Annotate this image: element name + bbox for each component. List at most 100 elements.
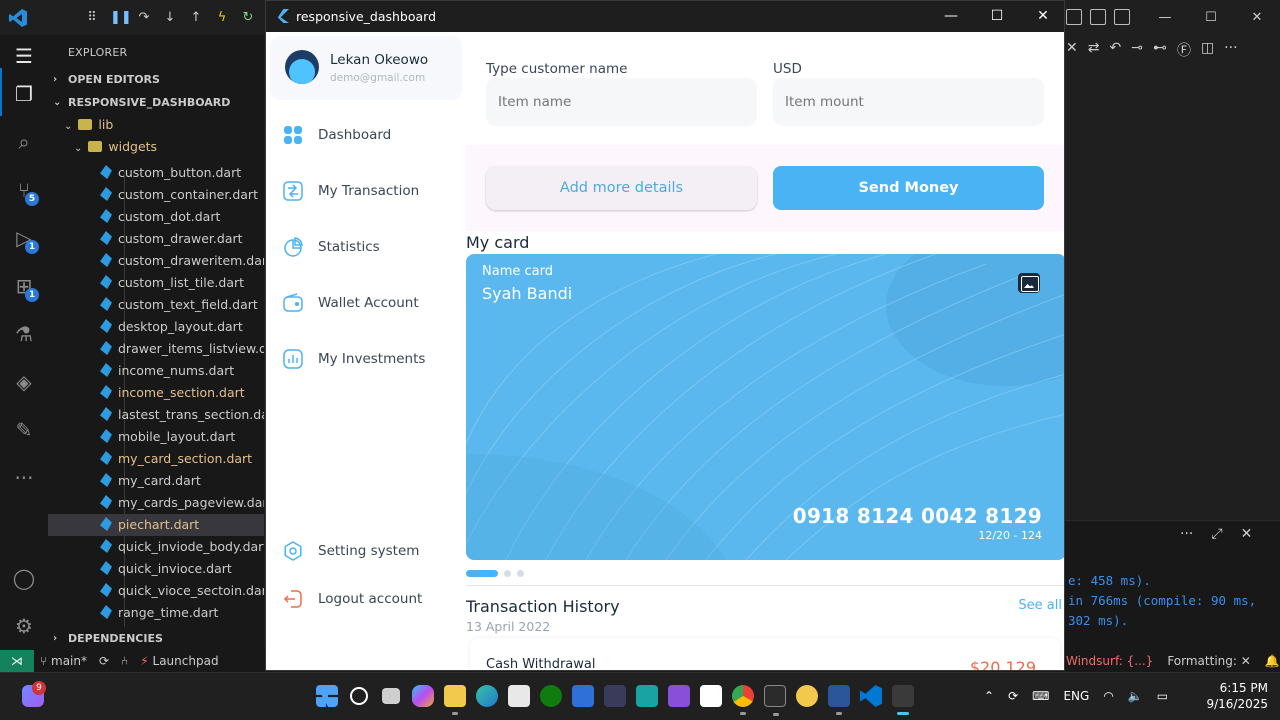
forward-icon[interactable]: ⊷ <box>1153 40 1167 60</box>
file-item[interactable]: custom_list_tile.dart <box>48 272 264 294</box>
file-item[interactable]: income_section.dart <box>48 382 264 404</box>
maximize-icon[interactable]: ☐ <box>1188 0 1234 35</box>
chevron-up-icon[interactable]: ⌃ <box>984 687 994 705</box>
formatting-status[interactable]: Formatting: ✕ <box>1167 650 1250 672</box>
maximize-icon[interactable]: ☐ <box>974 1 1020 32</box>
sync-tray-icon[interactable]: ⟳ <box>1008 687 1018 705</box>
profile-card[interactable]: Lekan Okeowo demo@gmail.com <box>270 36 462 100</box>
file-item[interactable]: custom_drawer.dart <box>48 228 264 250</box>
search-icon[interactable] <box>350 687 368 705</box>
page-dot-active[interactable] <box>466 570 498 577</box>
file-item[interactable]: custom_button.dart <box>48 162 264 184</box>
file-explorer-icon[interactable] <box>444 685 466 715</box>
nav-item-investments[interactable]: My Investments <box>282 345 462 373</box>
file-item[interactable]: my_card.dart <box>48 470 264 492</box>
vscode-taskbar-icon[interactable] <box>860 685 882 707</box>
hot-reload-icon[interactable]: ϟ <box>214 10 230 26</box>
file-item[interactable]: quick_inviode_body.dart <box>48 536 264 558</box>
keyboard-icon[interactable]: ⌨ <box>1032 687 1049 705</box>
store-icon[interactable] <box>508 685 530 707</box>
page-dot[interactable] <box>504 570 511 577</box>
sync-icon[interactable]: ⟳ <box>99 650 109 672</box>
testing-icon[interactable]: ⚗ <box>12 322 36 346</box>
back-icon[interactable]: ↶ <box>1109 40 1121 60</box>
file-item[interactable]: range_time.dart <box>48 602 264 624</box>
open-editors-section[interactable]: › OPEN EDITORS <box>48 69 264 91</box>
start-icon[interactable] <box>316 685 338 707</box>
clock[interactable]: 6:15 PM 9/16/2025 <box>1198 680 1268 712</box>
node-icon[interactable]: ⊸ <box>1131 40 1143 60</box>
nav-item-logout[interactable]: Logout account <box>282 585 462 613</box>
image-icon[interactable] <box>1018 273 1040 293</box>
compare-icon[interactable]: ⇄ <box>1088 40 1100 60</box>
notifications-icon[interactable]: 🔔 <box>1265 650 1280 672</box>
file-item[interactable]: drawer_items_listview.dart <box>48 338 264 360</box>
file-item[interactable]: lastest_trans_section.dart <box>48 404 264 426</box>
file-item[interactable]: custom_text_field.dart <box>48 294 264 316</box>
split-editor-icon[interactable]: ◫ <box>1201 40 1214 60</box>
nav-item-transaction[interactable]: My Transaction <box>282 177 462 205</box>
explorer-icon[interactable]: ❐ <box>12 82 36 106</box>
account-icon[interactable]: ◯ <box>12 566 36 590</box>
flutter-app-taskbar-icon[interactable] <box>892 685 914 715</box>
nav-item-statistics[interactable]: Statistics <box>282 233 462 261</box>
file-item[interactable]: my_card_section.dart <box>48 448 264 470</box>
dependencies-section[interactable]: › DEPENDENCIES <box>48 628 264 650</box>
volume-icon[interactable]: 🔈 <box>1128 687 1143 705</box>
file-item[interactable]: custom_container.dart <box>48 184 264 206</box>
language-indicator[interactable]: ENG <box>1063 687 1089 705</box>
see-all-link[interactable]: See all <box>1018 598 1062 613</box>
xbox-icon[interactable] <box>540 685 562 707</box>
pause-icon[interactable]: ❚❚ <box>110 10 132 26</box>
maximize-panel-icon[interactable]: ⤢ <box>1211 526 1222 542</box>
add-more-details-button[interactable]: Add more details <box>486 166 757 210</box>
chrome-icon[interactable] <box>732 685 754 715</box>
customer-name-input[interactable] <box>486 78 757 126</box>
folder-lib[interactable]: ⌄ lib <box>48 114 264 136</box>
windsurf-status[interactable]: Windsurf: {...} <box>1066 650 1153 672</box>
more-actions-icon[interactable]: ··· <box>1224 40 1237 60</box>
gear-icon[interactable]: ⚙ <box>12 614 36 638</box>
project-section[interactable]: ⌄ RESPONSIVE_DASHBOARD <box>48 92 264 114</box>
toggle-secondary-sidebar-icon[interactable] <box>1114 9 1130 25</box>
battery-icon[interactable]: ▭ <box>1157 687 1168 705</box>
nav-item-wallet[interactable]: Wallet Account <box>282 289 462 317</box>
edge-icon[interactable] <box>476 685 498 707</box>
page-dot[interactable] <box>517 570 524 577</box>
folder-widgets[interactable]: ⌄ widgets <box>48 136 264 158</box>
flutter-icon[interactable]: ◈ <box>12 370 36 394</box>
visual-studio-icon[interactable] <box>668 685 690 707</box>
step-out-icon[interactable]: ↑ <box>188 10 204 26</box>
file-item[interactable]: income_nums.dart <box>48 360 264 382</box>
file-item[interactable]: quick_vioce_sectoin.dart <box>48 580 264 602</box>
copilot-icon[interactable] <box>412 685 434 707</box>
more-icon[interactable]: ··· <box>12 466 36 490</box>
word-icon[interactable] <box>828 685 850 715</box>
close-panel-icon[interactable]: ✕ <box>1241 526 1253 542</box>
drag-handle-icon[interactable]: ⠿ <box>84 10 100 26</box>
minimize-icon[interactable]: — <box>928 1 974 32</box>
notepad-icon[interactable] <box>700 685 722 707</box>
edit-icon[interactable]: ✎ <box>12 418 36 442</box>
minimize-icon[interactable]: — <box>1142 0 1188 35</box>
wifi-icon[interactable]: ◠ <box>1103 687 1113 705</box>
restart-icon[interactable]: ↻ <box>240 10 256 26</box>
close-editor-icon[interactable]: ✕ <box>1066 40 1078 60</box>
transaction-item[interactable]: Cash Withdrawal $20,129 <box>470 638 1060 670</box>
file-item[interactable]: my_cards_pageview.dart <box>48 492 264 514</box>
file-item[interactable]: mobile_layout.dart <box>48 426 264 448</box>
step-over-icon[interactable]: ↷ <box>136 10 152 26</box>
file-item[interactable]: quick_invioce.dart <box>48 558 264 580</box>
pen-app-icon[interactable] <box>572 685 594 707</box>
branch-item[interactable]: ⑂ main* <box>40 650 87 672</box>
credit-card[interactable]: Name card Syah Bandi 0918 8124 0042 8129… <box>466 254 1064 560</box>
task-view-icon[interactable] <box>382 688 400 704</box>
file-item[interactable]: piechart.dart <box>48 514 264 536</box>
menu-icon[interactable]: ☰ <box>12 44 36 68</box>
toggle-sidebar-icon[interactable] <box>1066 9 1082 25</box>
close-icon[interactable]: ✕ <box>1020 1 1064 32</box>
step-into-icon[interactable]: ↓ <box>162 10 178 26</box>
launchpad-item[interactable]: ⚡ Launchpad <box>140 650 218 672</box>
file-item[interactable]: custom_dot.dart <box>48 206 264 228</box>
nav-item-settings[interactable]: Setting system <box>282 537 462 565</box>
